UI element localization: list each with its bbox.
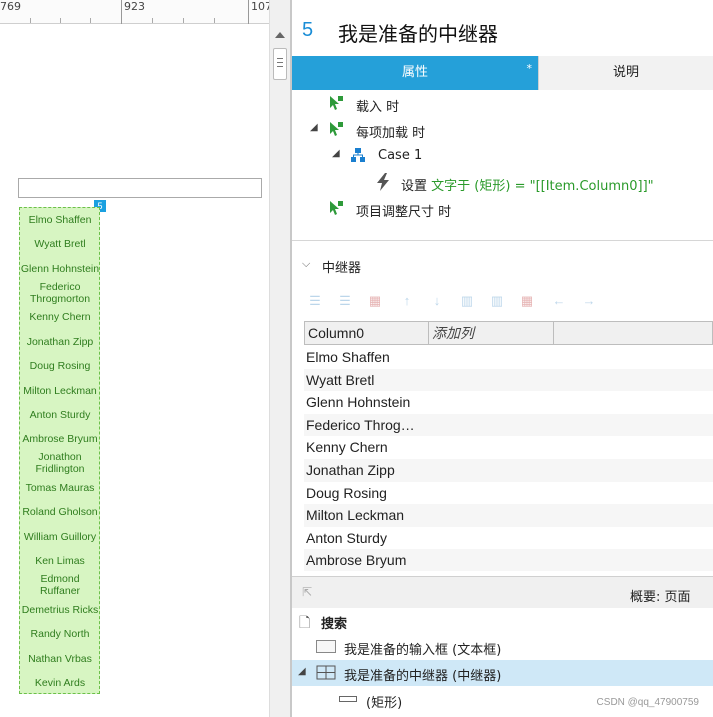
inspector-tabs: 属性 * 说明 — [292, 56, 713, 90]
repeater-item[interactable]: Elmo Shaffen — [20, 214, 100, 226]
grid-row[interactable]: Anton Sturdy — [304, 527, 713, 550]
grid-row[interactable]: Glenn Hohnstein — [304, 391, 713, 414]
widget-number: 5 — [302, 19, 314, 41]
tab-properties[interactable]: 属性 * — [292, 56, 538, 90]
move-down-icon[interactable]: ↓ — [428, 292, 446, 310]
canvas-scrollbar[interactable] — [269, 0, 290, 717]
delete-row-icon[interactable]: ▦ — [366, 292, 384, 310]
repeater-item[interactable]: Edmond Ruffaner — [20, 573, 100, 597]
repeater-item[interactable]: William Guillory — [20, 531, 100, 543]
grid-header: Column0 添加列 — [304, 321, 713, 345]
grid-row[interactable]: Ambrose Bryum — [304, 549, 713, 571]
collapse-arrow-icon[interactable]: ◢ — [332, 148, 340, 159]
repeater-section: ⌵ 中继器 ☰ ☰ ▦ ↑ ↓ ▥ ▥ ▦ ← → Column0 添加列 El… — [292, 241, 713, 576]
repeater-item[interactable]: Milton Leckman — [20, 385, 100, 397]
modified-marker: * — [526, 62, 533, 75]
action-label[interactable]: 设置 文字于 (矩形) = "[[Item.Column0]]" — [401, 175, 654, 194]
grid-row[interactable]: Kenny Chern — [304, 436, 713, 459]
page-icon: 🗋 — [299, 615, 311, 631]
event-cursor-icon — [330, 96, 343, 110]
grid-row[interactable]: Doug Rosing — [304, 482, 713, 505]
repeater-item[interactable]: Roland Gholson — [20, 506, 100, 518]
move-up-icon[interactable]: ↑ — [398, 292, 416, 310]
tab-notes-label: 说明 — [612, 65, 639, 80]
repeater-item[interactable]: Jonathan Zipp — [20, 336, 100, 348]
repeater-item[interactable]: Kenny Chern — [20, 311, 100, 323]
repeater-item[interactable]: Federico Throgmorton — [20, 281, 100, 305]
outline-panel: ⇱ 概要: 页面 🗋 搜索 我是准备的输入框 (文本框) ◢ 我是准备的中继器 … — [292, 576, 713, 717]
repeater-item[interactable]: Glenn Hohnstein — [20, 263, 100, 275]
filter-icon[interactable]: ⇱ — [302, 585, 312, 599]
tab-properties-label: 属性 — [401, 65, 428, 80]
repeater-grid-icon — [316, 665, 336, 680]
repeater-item[interactable]: Ambrose Bryum — [20, 433, 100, 445]
horizontal-ruler: 769 923 1077 — [0, 0, 269, 24]
insert-row-above-icon[interactable]: ☰ — [306, 292, 324, 310]
repeater-widget[interactable]: Elmo Shaffen Wyatt Bretl Glenn Hohnstein… — [19, 207, 100, 694]
outline-search[interactable]: 搜索 — [321, 613, 347, 632]
rectangle-icon — [339, 696, 357, 702]
outline-input-item[interactable]: 我是准备的输入框 (文本框) — [344, 639, 501, 658]
event-on-item-load[interactable]: 每项加载 时 — [356, 122, 425, 141]
chevron-down-icon[interactable]: ⌵ — [302, 257, 310, 271]
event-cursor-icon — [330, 122, 343, 136]
outline-summary[interactable]: 概要: 页面 — [630, 586, 691, 605]
ruler-line — [248, 0, 249, 24]
inspector-header: 5 我是准备的中继器 — [292, 0, 713, 56]
repeater-item[interactable]: Nathan Vrbas — [20, 653, 100, 665]
outline-header: ⇱ 概要: 页面 — [292, 576, 713, 608]
repeater-item[interactable]: Anton Sturdy — [20, 409, 100, 421]
event-cursor-icon — [330, 201, 343, 215]
text-input-widget[interactable] — [18, 178, 262, 198]
watermark: CSDN @qq_47900759 — [596, 697, 699, 708]
design-canvas[interactable]: 769 923 1077 5 Elmo Shaffen Wyatt Bretl … — [0, 0, 269, 717]
ruler-label: 923 — [124, 0, 145, 13]
ruler-label: 769 — [0, 0, 21, 13]
grid-row[interactable]: Elmo Shaffen — [304, 346, 713, 369]
collapse-arrow-icon[interactable]: ◢ — [310, 122, 318, 133]
delete-column-icon[interactable]: ▦ — [518, 292, 536, 310]
move-left-icon[interactable]: ← — [550, 292, 568, 310]
repeater-item[interactable]: Wyatt Bretl — [20, 238, 100, 250]
repeater-data-grid[interactable]: Column0 添加列 Elmo Shaffen Wyatt Bretl Gle… — [304, 321, 713, 571]
widget-name[interactable]: 我是准备的中继器 — [338, 18, 498, 47]
outline-rect-item[interactable]: (矩形) — [366, 692, 402, 711]
repeater-item[interactable]: Ken Limas — [20, 555, 100, 567]
repeater-item[interactable]: Randy North — [20, 628, 100, 640]
ruler-line — [121, 0, 122, 24]
grid-row[interactable]: Federico Throg… — [304, 413, 713, 437]
ruler-label: 1077 — [251, 0, 269, 13]
case-label[interactable]: Case 1 — [378, 148, 422, 163]
event-on-load[interactable]: 载入 时 — [356, 96, 399, 115]
textbox-icon — [316, 640, 336, 653]
case-tree-icon — [351, 148, 365, 162]
lightning-icon — [377, 173, 389, 191]
grid-row[interactable]: Milton Leckman — [304, 504, 713, 527]
outline-repeater-item[interactable]: 我是准备的中继器 (中继器) — [344, 665, 501, 684]
scroll-up-icon[interactable] — [275, 32, 285, 38]
insert-column-right-icon[interactable]: ▥ — [488, 292, 506, 310]
grid-row[interactable]: Wyatt Bretl — [304, 368, 713, 392]
repeater-item[interactable]: Kevin Ards — [20, 677, 100, 689]
event-on-item-resize[interactable]: 项目调整尺寸 时 — [356, 201, 451, 220]
add-column-header[interactable]: 添加列 — [429, 322, 554, 344]
tab-notes[interactable]: 说明 — [538, 56, 713, 90]
repeater-item[interactable]: Tomas Mauras — [20, 482, 100, 494]
grid-row[interactable]: Jonathan Zipp — [304, 459, 713, 482]
action-target: 文字于 (矩形) = "[[Item.Column0]]" — [431, 179, 654, 194]
inspector-panel: 5 我是准备的中继器 属性 * 说明 载入 时 ◢ 每项加载 时 ◢ Case … — [292, 0, 713, 717]
collapse-arrow-icon[interactable]: ◢ — [298, 666, 306, 677]
insert-row-below-icon[interactable]: ☰ — [336, 292, 354, 310]
repeater-section-title[interactable]: 中继器 — [322, 257, 361, 276]
scroll-thumb[interactable] — [273, 48, 287, 80]
repeater-item[interactable]: Demetrius Ricks — [20, 604, 100, 616]
action-verb: 设置 — [401, 179, 428, 194]
repeater-item[interactable]: Jonathon Fridlington — [20, 451, 100, 475]
repeater-item[interactable]: Doug Rosing — [20, 360, 100, 372]
insert-column-left-icon[interactable]: ▥ — [458, 292, 476, 310]
move-right-icon[interactable]: → — [580, 292, 598, 310]
grid-column-header[interactable]: Column0 — [305, 322, 429, 344]
